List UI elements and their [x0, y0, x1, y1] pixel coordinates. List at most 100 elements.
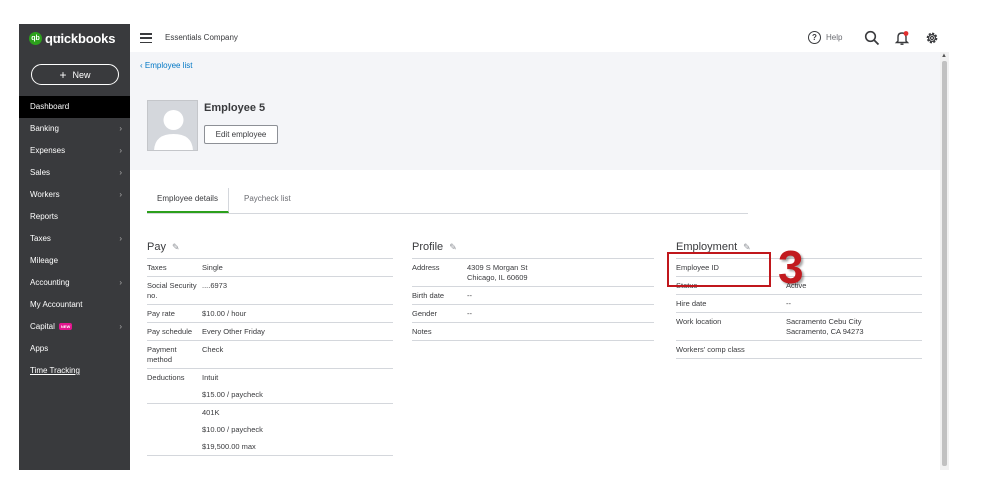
pay-row-label	[147, 390, 202, 400]
sidebar-item-label: Capital	[30, 322, 55, 331]
sidebar-item-label: Workers	[30, 190, 60, 199]
employment-row-value-line: Sacramento, CA 94273	[786, 327, 864, 336]
employment-row-value-line: --	[786, 299, 791, 308]
chevron-right-icon: ›	[119, 322, 122, 331]
sidebar-item-workers[interactable]: Workers ›	[19, 184, 130, 206]
profile-row-label: Gender	[412, 309, 438, 318]
profile-title: Profile	[412, 241, 444, 253]
edit-profile-pencil-icon[interactable]: ✎	[449, 240, 457, 254]
step-number-annotation: 3	[778, 241, 804, 293]
employment-row: Hire date --	[676, 295, 922, 313]
pay-row-value-line: Single	[202, 263, 223, 272]
chevron-right-icon: ›	[119, 124, 122, 133]
profile-row: Notes	[412, 323, 654, 341]
tab-paycheck-list[interactable]: Paycheck list	[244, 188, 291, 213]
edit-pay-pencil-icon[interactable]: ✎	[172, 240, 180, 254]
profile-row: Gender --	[412, 305, 654, 323]
chevron-right-icon: ›	[119, 190, 122, 199]
bell-icon[interactable]	[894, 30, 910, 46]
sidebar-item-reports[interactable]: Reports	[19, 206, 130, 228]
pay-row-label: Social Security no.	[147, 281, 197, 300]
chevron-right-icon: ›	[119, 278, 122, 287]
pay-row-value-line: 401K	[202, 408, 220, 417]
new-button[interactable]: + New	[31, 64, 119, 85]
pay-row: Taxes Single	[147, 259, 393, 277]
employment-row: Workers' comp class	[676, 341, 922, 359]
search-icon[interactable]	[864, 30, 880, 46]
employee-tabs: Employee details Paycheck list	[147, 188, 748, 214]
sidebar-item-label: Mileage	[30, 256, 59, 265]
profile-row-value-line: --	[467, 291, 472, 300]
pay-row-label	[147, 442, 202, 452]
tab-employee-details[interactable]: Employee details	[147, 188, 229, 213]
employment-row-label: Hire date	[676, 299, 707, 308]
sidebar-item-label: Apps	[30, 344, 49, 353]
pay-row-label: Taxes	[147, 263, 167, 272]
pay-row-value: $10.00 / paycheck	[202, 425, 263, 435]
scroll-thumb[interactable]	[942, 61, 947, 466]
employee-list-link[interactable]: ‹ Employee list	[140, 61, 192, 70]
pay-table: Taxes Single Social Security no. ....6973 Pa…	[147, 258, 393, 456]
employment-row: Work location Sacramento Cebu City Sacrame…	[676, 313, 922, 341]
pay-row-value-line: Every Other Friday	[202, 327, 265, 336]
scroll-up-arrow-icon[interactable]: ▲	[941, 53, 947, 59]
quickbooks-app: qb quickbooks intuit + New Dashboard Bank…	[19, 24, 949, 470]
pay-title: Pay	[147, 241, 166, 253]
pay-section-header: Pay ✎	[147, 240, 393, 258]
help-button[interactable]: ? Help	[808, 31, 842, 44]
profile-row-value-line: Chicago, IL 60609	[467, 273, 528, 282]
profile-section-header: Profile ✎	[412, 240, 654, 258]
pay-row-value: Every Other Friday	[202, 327, 265, 337]
pay-row-label	[147, 408, 202, 418]
sidebar-item-label: Expenses	[30, 146, 66, 155]
logo-intuit-text: intuit	[55, 34, 64, 39]
quickbooks-logo[interactable]: qb quickbooks intuit	[29, 31, 115, 46]
sidebar-item-banking[interactable]: Banking ›	[19, 118, 130, 140]
sidebar-item-expenses[interactable]: Expenses ›	[19, 140, 130, 162]
pay-row-value: Single	[202, 263, 223, 273]
sidebar-item-dashboard[interactable]: Dashboard	[19, 96, 130, 118]
chevron-right-icon: ›	[119, 234, 122, 243]
pay-row-value: 401K	[202, 408, 220, 418]
sidebar-item-label: Accounting	[30, 278, 70, 287]
profile-row: Birth date --	[412, 287, 654, 305]
pay-row-value: ....6973	[202, 281, 227, 301]
sidebar-item-time-tracking[interactable]: Time Tracking	[19, 360, 130, 382]
profile-row-value: --	[467, 291, 472, 301]
sidebar-item-accounting[interactable]: Accounting ›	[19, 272, 130, 294]
sidebar-item-apps[interactable]: Apps	[19, 338, 130, 360]
chevron-right-icon: ›	[119, 146, 122, 155]
profile-row-value: 4309 S Morgan St Chicago, IL 60609	[467, 263, 528, 283]
sidebar-item-label: Banking	[30, 124, 59, 133]
gear-icon[interactable]	[924, 30, 940, 46]
pay-row: Pay rate $10.00 / hour	[147, 305, 393, 323]
sidebar-item-label: Reports	[30, 212, 59, 221]
pay-row: 401K	[147, 404, 393, 421]
pay-row: Social Security no. ....6973	[147, 277, 393, 305]
help-icon: ?	[808, 31, 821, 44]
sidebar-item-sales[interactable]: Sales ›	[19, 162, 130, 184]
sidebar-item-my-accountant[interactable]: My Accountant	[19, 294, 130, 316]
pay-row: Pay schedule Every Other Friday	[147, 323, 393, 341]
pay-row-label: Pay schedule	[147, 327, 193, 336]
pay-row-value-line: Check	[202, 345, 224, 354]
pay-row-value: $10.00 / hour	[202, 309, 246, 319]
new-button-label: New	[72, 69, 91, 80]
pay-row-label: Payment method	[147, 345, 177, 364]
sidebar-item-label: Time Tracking	[30, 366, 80, 375]
sidebar-item-capital[interactable]: Capital NEW ›	[19, 316, 130, 338]
hamburger-icon[interactable]	[140, 33, 152, 43]
pay-row-value-line: $10.00 / hour	[202, 309, 247, 318]
sidebar-item-taxes[interactable]: Taxes ›	[19, 228, 130, 250]
pay-row-value-line: ....6973	[202, 281, 228, 290]
profile-row-label: Address	[412, 263, 440, 272]
employment-row-label: Workers' comp class	[676, 345, 745, 354]
vertical-scrollbar[interactable]: ▲	[940, 52, 949, 470]
edit-employee-button[interactable]: Edit employee	[204, 125, 278, 144]
profile-row-label: Notes	[412, 327, 432, 336]
help-label: Help	[826, 33, 843, 42]
pay-row-value-line: $15.00 / paycheck	[202, 390, 263, 399]
pay-row: $19,500.00 max	[147, 438, 393, 456]
pay-row-value-line: $10.00 / paycheck	[202, 425, 263, 434]
sidebar-item-mileage[interactable]: Mileage	[19, 250, 130, 272]
